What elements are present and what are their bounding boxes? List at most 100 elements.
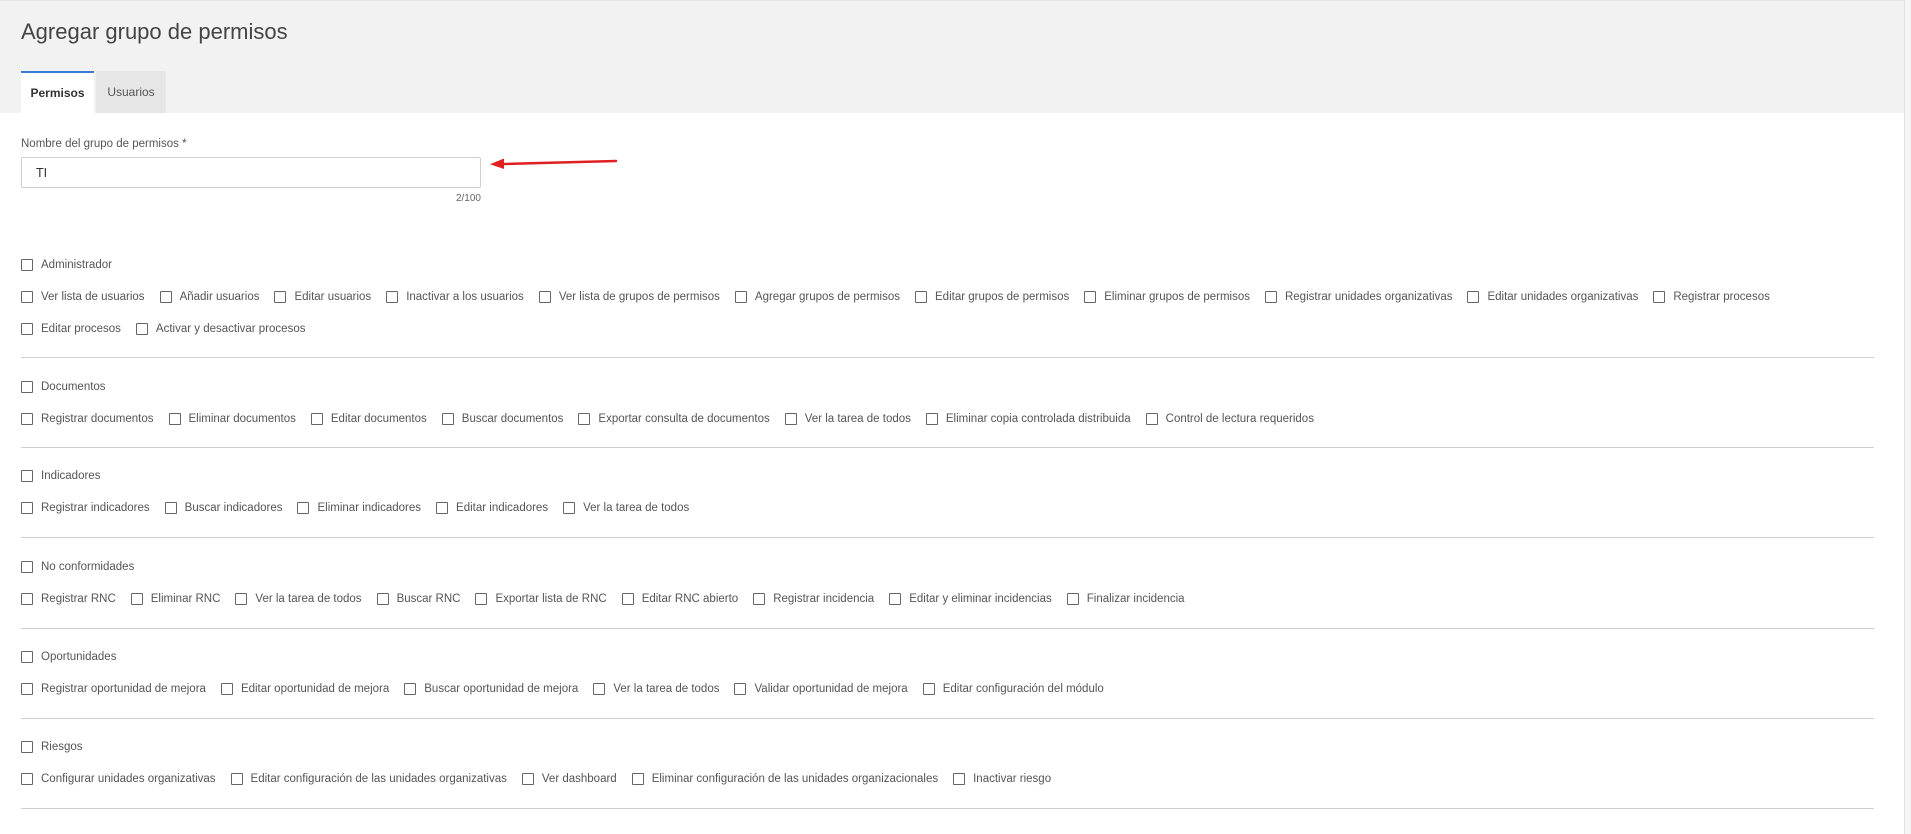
checkbox-box[interactable] [475, 593, 488, 605]
checkbox-box[interactable] [235, 593, 248, 605]
checkbox-control-de-lectura-requeridos[interactable]: Control de lectura requeridos [1145, 413, 1314, 425]
checkbox-eliminar-rnc[interactable]: Eliminar RNC [130, 593, 220, 605]
checkbox-exportar-consulta-de-documentos[interactable]: Exportar consulta de documentos [578, 413, 770, 425]
checkbox-box[interactable] [164, 502, 177, 514]
checkbox-buscar-oportunidad-de-mejora[interactable]: Buscar oportunidad de mejora [404, 683, 578, 695]
checkbox-registrar-rnc[interactable]: Registrar RNC [21, 593, 116, 605]
checkbox-administrador[interactable]: Administrador [21, 259, 112, 271]
checkbox-box[interactable] [1084, 291, 1097, 303]
page-scrollbar[interactable] [1904, 0, 1911, 834]
checkbox-eliminar-indicadores[interactable]: Eliminar indicadores [297, 502, 421, 514]
checkbox-registrar-procesos[interactable]: Registrar procesos [1653, 291, 1770, 303]
checkbox-ver-lista-de-usuarios[interactable]: Ver lista de usuarios [21, 291, 145, 303]
checkbox-box[interactable] [578, 413, 591, 425]
checkbox-box[interactable] [21, 773, 33, 785]
checkbox-box[interactable] [386, 291, 399, 303]
checkbox-documentos[interactable]: Documentos [21, 381, 106, 393]
checkbox-box[interactable] [21, 561, 33, 573]
checkbox-editar-procesos[interactable]: Editar procesos [21, 323, 121, 335]
checkbox-oportunidades[interactable]: Oportunidades [21, 651, 116, 663]
checkbox-editar-oportunidad-de-mejora[interactable]: Editar oportunidad de mejora [220, 683, 389, 695]
checkbox-box[interactable] [21, 741, 33, 753]
checkbox-box[interactable] [538, 291, 551, 303]
checkbox-editar-y-eliminar-incidencias[interactable]: Editar y eliminar incidencias [889, 593, 1052, 605]
checkbox-box[interactable] [135, 323, 148, 335]
checkbox-box[interactable] [953, 773, 966, 785]
tab-usuarios[interactable]: Usuarios [96, 71, 166, 113]
checkbox-box[interactable] [21, 259, 33, 271]
checkbox-editar-indicadores[interactable]: Editar indicadores [436, 502, 548, 514]
checkbox-editar-rnc-abierto[interactable]: Editar RNC abierto [621, 593, 738, 605]
checkbox-box[interactable] [404, 683, 417, 695]
checkbox-box[interactable] [784, 413, 797, 425]
checkbox-box[interactable] [631, 773, 644, 785]
checkbox-box[interactable] [21, 502, 33, 514]
checkbox-exportar-lista-de-rnc[interactable]: Exportar lista de RNC [475, 593, 607, 605]
checkbox-ver-la-tarea-de-todos[interactable]: Ver la tarea de todos [784, 413, 911, 425]
checkbox-box[interactable] [753, 593, 766, 605]
checkbox-buscar-indicadores[interactable]: Buscar indicadores [164, 502, 282, 514]
checkbox-box[interactable] [21, 683, 33, 695]
checkbox-editar-grupos-de-permisos[interactable]: Editar grupos de permisos [915, 291, 1069, 303]
checkbox-box[interactable] [21, 323, 33, 335]
checkbox-ver-dashboard[interactable]: Ver dashboard [521, 773, 617, 785]
checkbox-box[interactable] [310, 413, 323, 425]
checkbox-box[interactable] [436, 502, 449, 514]
checkbox-box[interactable] [21, 470, 33, 482]
checkbox-box[interactable] [889, 593, 902, 605]
checkbox-box[interactable] [1145, 413, 1158, 425]
checkbox-anadir-usuarios[interactable]: Añadir usuarios [159, 291, 259, 303]
checkbox-indicadores[interactable]: Indicadores [21, 470, 100, 482]
checkbox-box[interactable] [376, 593, 389, 605]
checkbox-box[interactable] [230, 773, 243, 785]
checkbox-box[interactable] [734, 683, 747, 695]
checkbox-finalizar-incidencia[interactable]: Finalizar incidencia [1066, 593, 1185, 605]
checkbox-box[interactable] [297, 502, 310, 514]
checkbox-editar-usuarios[interactable]: Editar usuarios [274, 291, 371, 303]
checkbox-registrar-incidencia[interactable]: Registrar incidencia [753, 593, 874, 605]
checkbox-inactivar-a-los-usuarios[interactable]: Inactivar a los usuarios [386, 291, 524, 303]
checkbox-registrar-unidades-organizativas[interactable]: Registrar unidades organizativas [1264, 291, 1452, 303]
checkbox-agregar-grupos-de-permisos[interactable]: Agregar grupos de permisos [734, 291, 900, 303]
checkbox-ver-la-tarea-de-todos[interactable]: Ver la tarea de todos [593, 683, 719, 695]
checkbox-activar-y-desactivar-procesos[interactable]: Activar y desactivar procesos [135, 323, 305, 335]
checkbox-inactivar-riesgo[interactable]: Inactivar riesgo [953, 773, 1051, 785]
checkbox-ver-la-tarea-de-todos[interactable]: Ver la tarea de todos [563, 502, 689, 514]
checkbox-configurar-unidades-organizativas[interactable]: Configurar unidades organizativas [21, 773, 216, 785]
checkbox-riesgos[interactable]: Riesgos [21, 741, 83, 753]
checkbox-eliminar-documentos[interactable]: Eliminar documentos [168, 413, 296, 425]
checkbox-box[interactable] [220, 683, 233, 695]
checkbox-registrar-indicadores[interactable]: Registrar indicadores [21, 502, 150, 514]
checkbox-no-conformidades[interactable]: No conformidades [21, 561, 134, 573]
checkbox-box[interactable] [21, 651, 33, 663]
checkbox-buscar-rnc[interactable]: Buscar RNC [376, 593, 460, 605]
checkbox-box[interactable] [168, 413, 181, 425]
checkbox-editar-configuracion-de-las-unidades-organizativas[interactable]: Editar configuración de las unidades org… [230, 773, 507, 785]
checkbox-box[interactable] [563, 502, 576, 514]
checkbox-editar-unidades-organizativas[interactable]: Editar unidades organizativas [1467, 291, 1638, 303]
checkbox-box[interactable] [21, 381, 33, 393]
checkbox-eliminar-grupos-de-permisos[interactable]: Eliminar grupos de permisos [1084, 291, 1250, 303]
checkbox-editar-documentos[interactable]: Editar documentos [310, 413, 427, 425]
checkbox-box[interactable] [521, 773, 534, 785]
checkbox-registrar-documentos[interactable]: Registrar documentos [21, 413, 154, 425]
checkbox-box[interactable] [621, 593, 634, 605]
checkbox-ver-lista-de-grupos-de-permisos[interactable]: Ver lista de grupos de permisos [538, 291, 720, 303]
checkbox-box[interactable] [915, 291, 928, 303]
tab-permisos[interactable]: Permisos [21, 71, 94, 113]
checkbox-box[interactable] [1653, 291, 1666, 303]
checkbox-box[interactable] [21, 413, 33, 425]
checkbox-box[interactable] [441, 413, 454, 425]
checkbox-box[interactable] [274, 291, 287, 303]
checkbox-box[interactable] [21, 291, 33, 303]
checkbox-box[interactable] [925, 413, 938, 425]
checkbox-box[interactable] [1066, 593, 1079, 605]
checkbox-box[interactable] [593, 683, 606, 695]
group-name-input[interactable] [21, 157, 481, 188]
checkbox-box[interactable] [130, 593, 143, 605]
checkbox-eliminar-copia-controlada-distribuida[interactable]: Eliminar copia controlada distribuida [925, 413, 1131, 425]
checkbox-box[interactable] [1264, 291, 1277, 303]
checkbox-editar-configuracion-del-modulo[interactable]: Editar configuración del módulo [922, 683, 1104, 695]
checkbox-ver-la-tarea-de-todos[interactable]: Ver la tarea de todos [235, 593, 362, 605]
checkbox-box[interactable] [21, 593, 33, 605]
